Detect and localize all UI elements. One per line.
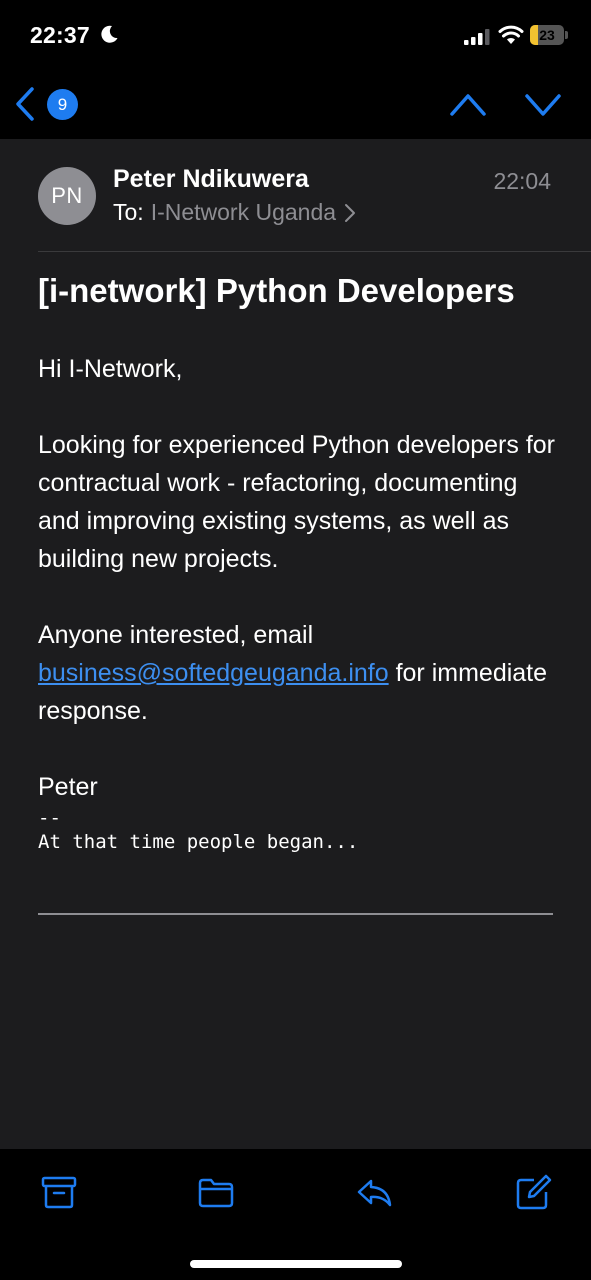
status-bar: 22:37 23 (0, 0, 591, 72)
sender-name[interactable]: Peter Ndikuwera (113, 165, 309, 194)
header-divider (38, 251, 591, 252)
next-message-icon[interactable] (524, 90, 562, 118)
message-body: Hi I-Network, Looking for experienced Py… (38, 350, 558, 854)
status-time: 22:37 (30, 22, 90, 48)
signature-name: Peter (38, 773, 98, 801)
chevron-right-icon (345, 203, 356, 222)
reply-icon[interactable] (355, 1174, 393, 1210)
cellular-signal-icon (464, 29, 490, 45)
bottom-toolbar (0, 1149, 591, 1280)
battery-indicator: 23 (530, 25, 568, 45)
back-chevron-icon[interactable] (12, 86, 38, 122)
signature-quote: At that time people began... (38, 831, 359, 853)
greeting: Hi I-Network, (38, 355, 183, 383)
recipient-name[interactable]: I-Network Uganda (151, 199, 336, 226)
compose-icon[interactable] (514, 1174, 552, 1210)
battery-level: 23 (539, 27, 555, 43)
signature-separator: -- (38, 807, 61, 829)
message-end-divider (38, 913, 553, 915)
email-link[interactable]: business@softedgeuganda.info (38, 659, 389, 687)
message-time: 22:04 (493, 168, 551, 194)
home-indicator[interactable] (190, 1260, 402, 1268)
recipient-row[interactable]: To: I-Network Uganda (113, 199, 356, 226)
wifi-icon (498, 25, 524, 44)
message-subject: [i-network] Python Developers (38, 272, 515, 309)
unread-count-badge[interactable]: 9 (47, 89, 78, 120)
message-view: PN Peter Ndikuwera 22:04 To: I-Network U… (0, 139, 591, 1149)
archive-icon[interactable] (40, 1174, 78, 1210)
body-paragraph: Looking for experienced Python developer… (38, 431, 555, 573)
body-text: Anyone interested, email (38, 621, 314, 649)
previous-message-icon[interactable] (449, 90, 487, 118)
body-paragraph: Anyone interested, email business@softed… (38, 616, 558, 730)
folder-icon[interactable] (197, 1174, 235, 1210)
moon-icon (101, 25, 118, 43)
to-label: To: (113, 199, 144, 225)
navigation-bar: 9 (0, 72, 591, 139)
sender-avatar[interactable]: PN (38, 167, 96, 225)
